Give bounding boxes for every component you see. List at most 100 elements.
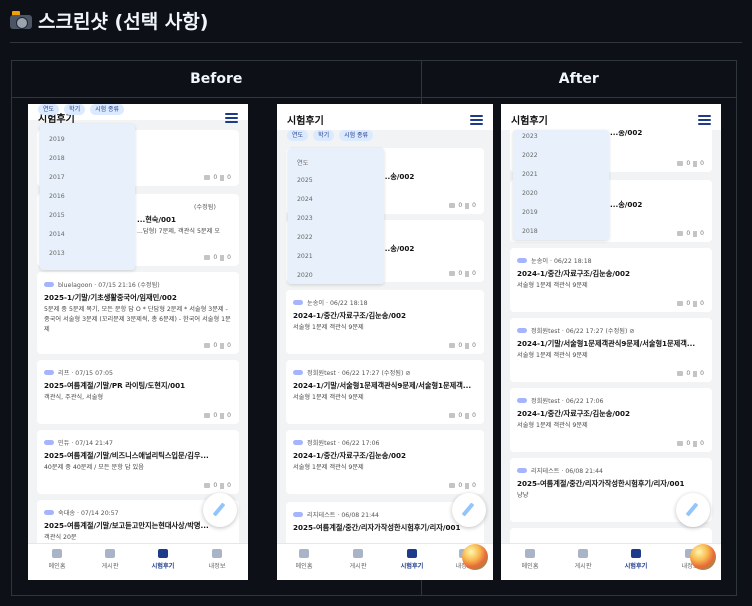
filter-semester[interactable]: 학기 <box>313 130 335 141</box>
year-option[interactable]: 2015 <box>49 212 65 219</box>
card-meta: 정희원test · 06/22 17:06 <box>517 396 604 405</box>
book-icon <box>631 549 641 558</box>
bookmark-count: 0 <box>472 482 476 489</box>
year-option[interactable]: 2020 <box>297 272 313 279</box>
year-option[interactable]: 2023 <box>522 133 538 140</box>
bookmark-icon <box>693 160 698 167</box>
year-option[interactable]: 2025 <box>297 177 313 184</box>
nav-exam-review[interactable]: 시험후기 <box>138 549 188 570</box>
card-meta-text: bluelagoon · 07/15 21:16 (수정됨) <box>58 282 160 289</box>
card-meta: 리프 · 07/15 07:05 <box>44 368 113 377</box>
review-card[interactable]: bluelagoon · 07/15 21:16 (수정됨) 2025-1/기말/… <box>37 272 239 354</box>
comment-count: 0 <box>458 412 463 419</box>
floating-avatar-ball[interactable] <box>690 544 716 570</box>
app-header: 시험후기 <box>277 104 493 130</box>
comment-count: 0 <box>686 230 691 237</box>
nav-label: 게시판 <box>574 563 592 570</box>
filter-semester[interactable]: 학기 <box>64 104 86 115</box>
review-card[interactable]: 눈송이 · 06/22 18:18 2024-1/중간/자료구조/김눈송/002 서… <box>510 248 712 312</box>
bookmark-count: 0 <box>700 160 704 167</box>
card-title: 2025-여름계절/기말/비즈니스애널리틱스입문/김우... <box>44 451 209 460</box>
year-option[interactable]: 2019 <box>49 136 65 143</box>
nav-home[interactable]: 메인홈 <box>32 549 82 570</box>
year-option[interactable]: 2023 <box>297 215 313 222</box>
year-option[interactable]: 2016 <box>49 193 65 200</box>
avatar <box>44 282 54 287</box>
year-option[interactable]: 2014 <box>49 231 65 238</box>
comment-icon <box>204 343 211 348</box>
hamburger-menu-icon[interactable] <box>698 115 711 125</box>
card-body: 5문제 중 5문제 복기, 모든 문항 답 O * 단답형 2문제 * 서술형 … <box>44 306 231 333</box>
filter-exam-type[interactable]: 시험 종류 <box>90 104 125 115</box>
review-card[interactable]: 민듀 · 07/14 21:47 2025-여름계절/기말/비즈니스애널리틱스입문… <box>37 430 239 494</box>
year-option[interactable]: 2013 <box>49 250 65 257</box>
card-body: 냥냥 <box>517 492 529 499</box>
filter-year[interactable]: 연도 <box>38 104 60 115</box>
card-stats: 00 <box>677 230 704 237</box>
review-card[interactable]: 정희원test · 06/22 17:06 2024-1/중간/자료구조/김눈송/… <box>286 430 484 494</box>
year-option[interactable]: 2022 <box>522 152 538 159</box>
card-stats: 00 <box>204 412 231 419</box>
card-meta-text: 정희원test · 06/22 17:06 <box>531 398 604 405</box>
nav-board[interactable]: 게시판 <box>333 549 383 570</box>
review-card[interactable]: 정희원test · 06/22 17:27 (수정됨) ⊘ 2024-1/기말/서… <box>510 318 712 382</box>
app-title: 시험후기 <box>511 116 548 127</box>
hamburger-menu-icon[interactable] <box>470 115 483 125</box>
year-option[interactable]: 2022 <box>297 234 313 241</box>
nav-board[interactable]: 게시판 <box>85 549 135 570</box>
review-card[interactable]: 눈송이 · 06/22 18:18 2024-1/중간/자료구조/김눈송/002 서… <box>286 290 484 354</box>
bookmark-icon <box>465 202 470 209</box>
camera-icon <box>10 11 32 29</box>
comment-count: 0 <box>213 342 218 349</box>
filter-exam-type[interactable]: 시험 종류 <box>339 130 374 141</box>
nav-label: 메인홈 <box>295 563 313 570</box>
avatar <box>293 370 303 375</box>
pencil-icon <box>212 502 226 517</box>
card-meta: 리지테스트 · 06/08 21:44 <box>293 510 379 519</box>
card-title: ...송/002 <box>382 172 415 181</box>
filter-chips: 연도 학기 시험 종류 <box>287 130 374 142</box>
app-title: 시험후기 <box>287 116 324 127</box>
write-review-button[interactable] <box>452 493 486 527</box>
year-option[interactable]: 연도 <box>297 158 308 167</box>
nav-home[interactable]: 메인홈 <box>279 549 329 570</box>
bookmark-count: 0 <box>472 412 476 419</box>
year-option[interactable]: 2018 <box>522 228 538 235</box>
bookmark-icon <box>465 342 470 349</box>
review-card[interactable]: 리프 · 07/15 07:05 2025-여름계절/기말/PR 라이팅/도현지/… <box>37 360 239 424</box>
year-option[interactable]: 2024 <box>297 196 313 203</box>
nav-board[interactable]: 게시판 <box>558 549 608 570</box>
bookmark-icon <box>220 342 225 349</box>
filter-chips: 연도 학기 시험 종류 <box>38 104 125 116</box>
nav-exam-review[interactable]: 시험후기 <box>387 549 437 570</box>
document-icon <box>105 549 115 558</box>
year-option[interactable]: 2021 <box>297 253 313 260</box>
hamburger-menu-icon[interactable] <box>225 113 238 123</box>
year-option[interactable]: 2021 <box>522 171 538 178</box>
card-meta-text: 정희원test · 06/22 17:06 <box>307 440 380 447</box>
nav-profile[interactable]: 내정보 <box>192 549 242 570</box>
bookmark-icon <box>465 270 470 277</box>
floating-avatar-ball[interactable] <box>462 544 488 570</box>
card-title: 2024-1/중간/자료구조/김눈송/002 <box>517 409 631 418</box>
write-review-button[interactable] <box>676 493 710 527</box>
write-review-button[interactable] <box>203 493 237 527</box>
year-option[interactable]: 2018 <box>49 155 65 162</box>
year-option[interactable]: 2019 <box>522 209 538 216</box>
year-option[interactable]: 2020 <box>522 190 538 197</box>
filter-year[interactable]: 연도 <box>287 130 309 141</box>
comment-icon <box>449 343 456 348</box>
avatar <box>517 258 527 263</box>
nav-home[interactable]: 메인홈 <box>505 549 555 570</box>
review-card[interactable]: 정희원test · 06/22 17:27 (수정됨) ⊘ 2024-1/기말/서… <box>286 360 484 424</box>
year-option[interactable]: 2017 <box>49 174 65 181</box>
bottom-navigation: 메인홈 게시판 시험후기 내정보 <box>501 543 721 580</box>
bookmark-count: 0 <box>227 482 231 489</box>
card-title: 2024-1/기말/서술형1문제객관식9문제/서술형1문제객... <box>517 339 696 348</box>
card-title: 2024-1/중간/자료구조/김눈송/002 <box>293 451 407 460</box>
nav-exam-review[interactable]: 시험후기 <box>611 549 661 570</box>
review-card[interactable]: 정희원test · 06/22 17:06 2024-1/중간/자료구조/김눈송/… <box>510 388 712 452</box>
card-meta-text: (수정됨) <box>194 204 216 211</box>
bookmark-count: 0 <box>227 254 231 261</box>
comment-count: 0 <box>458 342 463 349</box>
